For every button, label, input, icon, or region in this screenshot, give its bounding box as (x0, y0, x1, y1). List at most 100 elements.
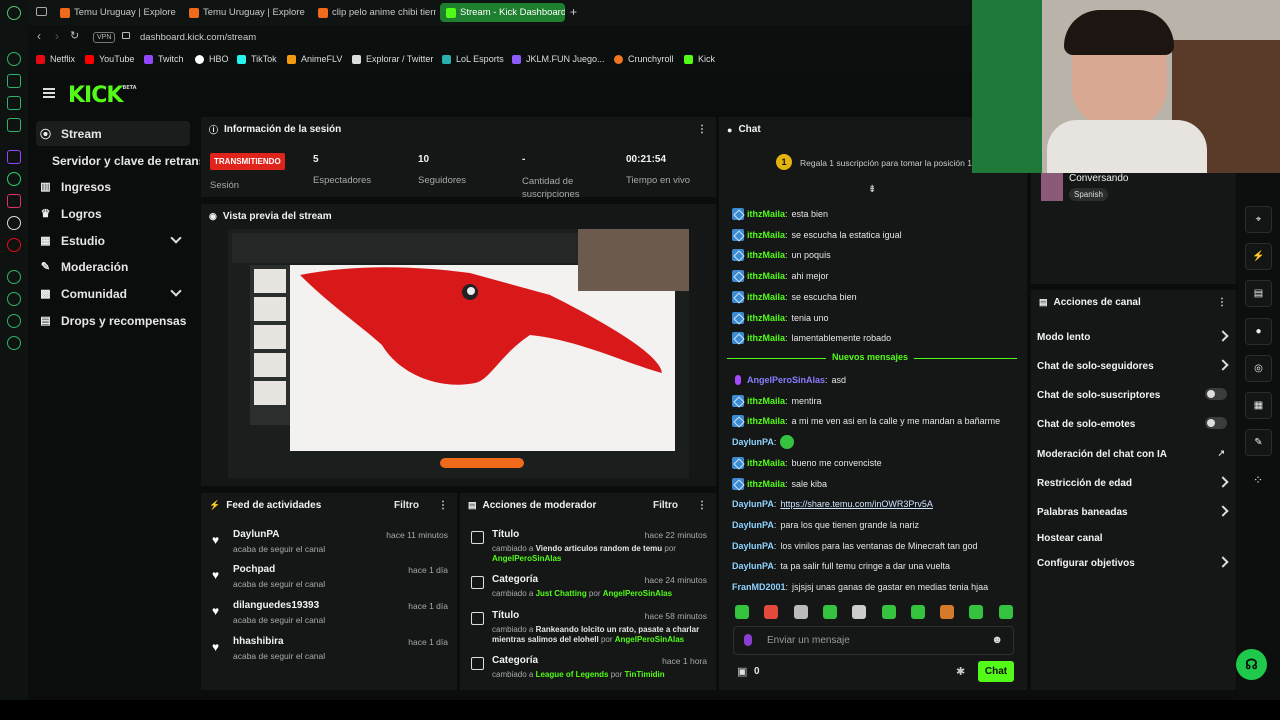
instagram-icon[interactable] (7, 194, 21, 208)
sidebar-item-logros[interactable]: ♛ Logros (36, 201, 198, 226)
chat-bubble-icon[interactable]: ● (1245, 318, 1272, 345)
x-icon[interactable] (7, 216, 21, 230)
chat-username[interactable]: DaylunPA (732, 499, 774, 509)
bookmark-lol-esports[interactable]: LoL Esports (442, 54, 504, 64)
crypto-wallet-icon[interactable] (7, 74, 21, 88)
chat-settings-gear-icon[interactable]: ✱ (956, 665, 965, 678)
bookmark-hbo[interactable]: HBO (195, 54, 229, 64)
clock-icon[interactable] (7, 292, 21, 306)
toggle-switch[interactable] (1205, 388, 1227, 400)
tab-temu-2[interactable]: Temu Uruguay | Explore th (183, 3, 307, 22)
channel-action-item[interactable]: Configurar objetivos (1037, 555, 1229, 571)
chat-username[interactable]: DaylunPA (732, 541, 774, 551)
tab-temu-1[interactable]: Temu Uruguay | Explore th (54, 3, 178, 22)
channel-action-item[interactable]: Hostear canal (1037, 530, 1227, 546)
bookmark-tiktok[interactable]: TikTok (237, 54, 277, 64)
channel-action-item[interactable]: Chat de solo-emotes (1037, 416, 1227, 432)
opera-logo-icon[interactable] (7, 6, 21, 20)
emoji-icon[interactable]: ☻ (991, 634, 1003, 646)
feed-username[interactable]: DaylunPA (233, 529, 280, 540)
url-input[interactable]: dashboard.kick.com/stream (140, 32, 256, 43)
bookmark-netflix[interactable]: Netflix (36, 54, 75, 64)
tab-clip[interactable]: clip pelo anime chibi tiern (312, 3, 436, 22)
bookmark-twitch[interactable]: Twitch (144, 54, 184, 64)
more-options-icon[interactable]: ⋮ (697, 124, 707, 135)
more-options-icon[interactable]: ⋮ (1217, 297, 1227, 308)
chat-username[interactable]: FranMD2001 (732, 582, 786, 592)
toggle-switch[interactable] (1205, 417, 1227, 429)
clip-icon[interactable]: ⌖ (1245, 206, 1272, 233)
sidebar-item-ingresos[interactable]: ▥ Ingresos (36, 174, 198, 199)
apps-icon[interactable]: ⁘ (1253, 473, 1263, 487)
vpn-badge[interactable]: VPN (93, 32, 116, 43)
chat-username[interactable]: ithzMaila (747, 250, 785, 260)
chat-username[interactable]: AngelPeroSinAlas (747, 375, 825, 385)
bookmark-youtube[interactable]: YouTube (85, 54, 134, 64)
feed-username[interactable]: Pochpad (233, 564, 275, 575)
more-options-icon[interactable]: ⋮ (697, 500, 707, 511)
chat-username[interactable]: DaylunPA (732, 437, 774, 447)
chat-input[interactable]: Enviar un mensaje ☻ (733, 626, 1014, 655)
bookmark-kick[interactable]: Kick (684, 54, 715, 64)
stream-preview-video[interactable] (228, 229, 689, 478)
channel-action-item[interactable]: Restricción de edad (1037, 475, 1229, 491)
channel-action-item[interactable]: Chat de solo-suscriptores (1037, 387, 1227, 403)
chat-username[interactable]: ithzMaila (747, 313, 785, 323)
sidebar-item-drops[interactable]: ▤ Drops y recompensas (36, 308, 198, 333)
sidebar-item-estudio[interactable]: ▦ Estudio (36, 228, 192, 253)
chat-username[interactable]: ithzMaila (747, 333, 785, 343)
detail-user[interactable]: AngelPeroSinAlas (615, 635, 684, 644)
bookmark-animeflv[interactable]: AnimeFLV (287, 54, 342, 64)
twitch-icon[interactable] (7, 150, 21, 164)
notes-icon[interactable]: ▤ (1245, 280, 1272, 307)
mod-filter-button[interactable]: Filtro (653, 500, 678, 511)
sidebar-item-comunidad[interactable]: ▩ Comunidad (36, 281, 192, 306)
broadcast-icon[interactable]: ◎ (1245, 355, 1272, 382)
emote-icon[interactable] (735, 605, 749, 619)
chat-username[interactable]: ithzMaila (747, 458, 785, 468)
detail-user[interactable]: TinTimidin (625, 670, 665, 679)
emote-icon[interactable] (852, 605, 867, 619)
emote-icon[interactable] (764, 605, 779, 619)
chat-username[interactable]: ithzMaila (747, 271, 785, 281)
back-icon[interactable]: ‹ (37, 29, 41, 43)
aria-icon[interactable] (7, 52, 21, 66)
bookmark-twitter[interactable]: Explorar / Twitter (352, 54, 433, 64)
microphone-icon[interactable] (744, 634, 752, 646)
more-options-icon[interactable]: ⋮ (438, 500, 448, 511)
settings-icon[interactable] (7, 336, 21, 350)
chat-username[interactable]: DaylunPA (732, 520, 774, 530)
emote-icon[interactable] (822, 605, 837, 619)
wrench-icon[interactable]: ✎ (1245, 429, 1272, 456)
sidebar-item-moderacion[interactable]: ✎ Moderación (36, 254, 198, 279)
extensions-icon[interactable] (7, 314, 21, 328)
detail-user[interactable]: AngelPeroSinAlas (603, 589, 672, 598)
gift-sub-promo[interactable]: Regala 1 suscripción para tomar la posic… (800, 158, 972, 168)
channel-action-item[interactable]: Modo lento (1037, 329, 1229, 345)
chat-username[interactable]: ithzMaila (747, 479, 785, 489)
bookmark-crunchyroll[interactable]: Crunchyroll (614, 54, 674, 64)
channel-action-item[interactable]: Moderación del chat con IA ↗ (1037, 446, 1227, 462)
emote-icon[interactable] (910, 605, 925, 619)
new-tab-button[interactable]: + (570, 5, 577, 19)
emote-icon[interactable] (881, 605, 896, 619)
kick-logo[interactable]: KICKBETA (68, 83, 137, 108)
bookmark-jklm[interactable]: JKLM.FUN Juego... (512, 54, 605, 64)
support-headset-icon[interactable]: ☊ (1236, 649, 1267, 680)
chat-username[interactable]: ithzMaila (747, 416, 785, 426)
record-icon[interactable] (7, 238, 21, 252)
channel-action-item[interactable]: Chat de solo-seguidores (1037, 358, 1229, 374)
history-icon[interactable] (7, 270, 21, 284)
detail-user[interactable]: AngelPeroSinAlas (492, 554, 561, 563)
gift-icon[interactable]: ▣ (737, 665, 747, 678)
feed-username[interactable]: dilanguedes19393 (233, 600, 319, 611)
category-name[interactable]: Conversando (1069, 173, 1128, 184)
send-chat-button[interactable]: Chat (978, 661, 1014, 682)
chat-username[interactable]: ithzMaila (747, 209, 785, 219)
sidebar-item-server-key[interactable]: Servidor y clave de retransmisión (52, 148, 200, 173)
feed-filter-button[interactable]: Filtro (394, 500, 419, 511)
bolt-icon[interactable]: ⚡ (1245, 243, 1272, 270)
workspace-icon[interactable] (36, 7, 47, 16)
reload-icon[interactable]: ↻ (70, 29, 79, 42)
channel-action-item[interactable]: Palabras baneadas (1037, 504, 1229, 520)
